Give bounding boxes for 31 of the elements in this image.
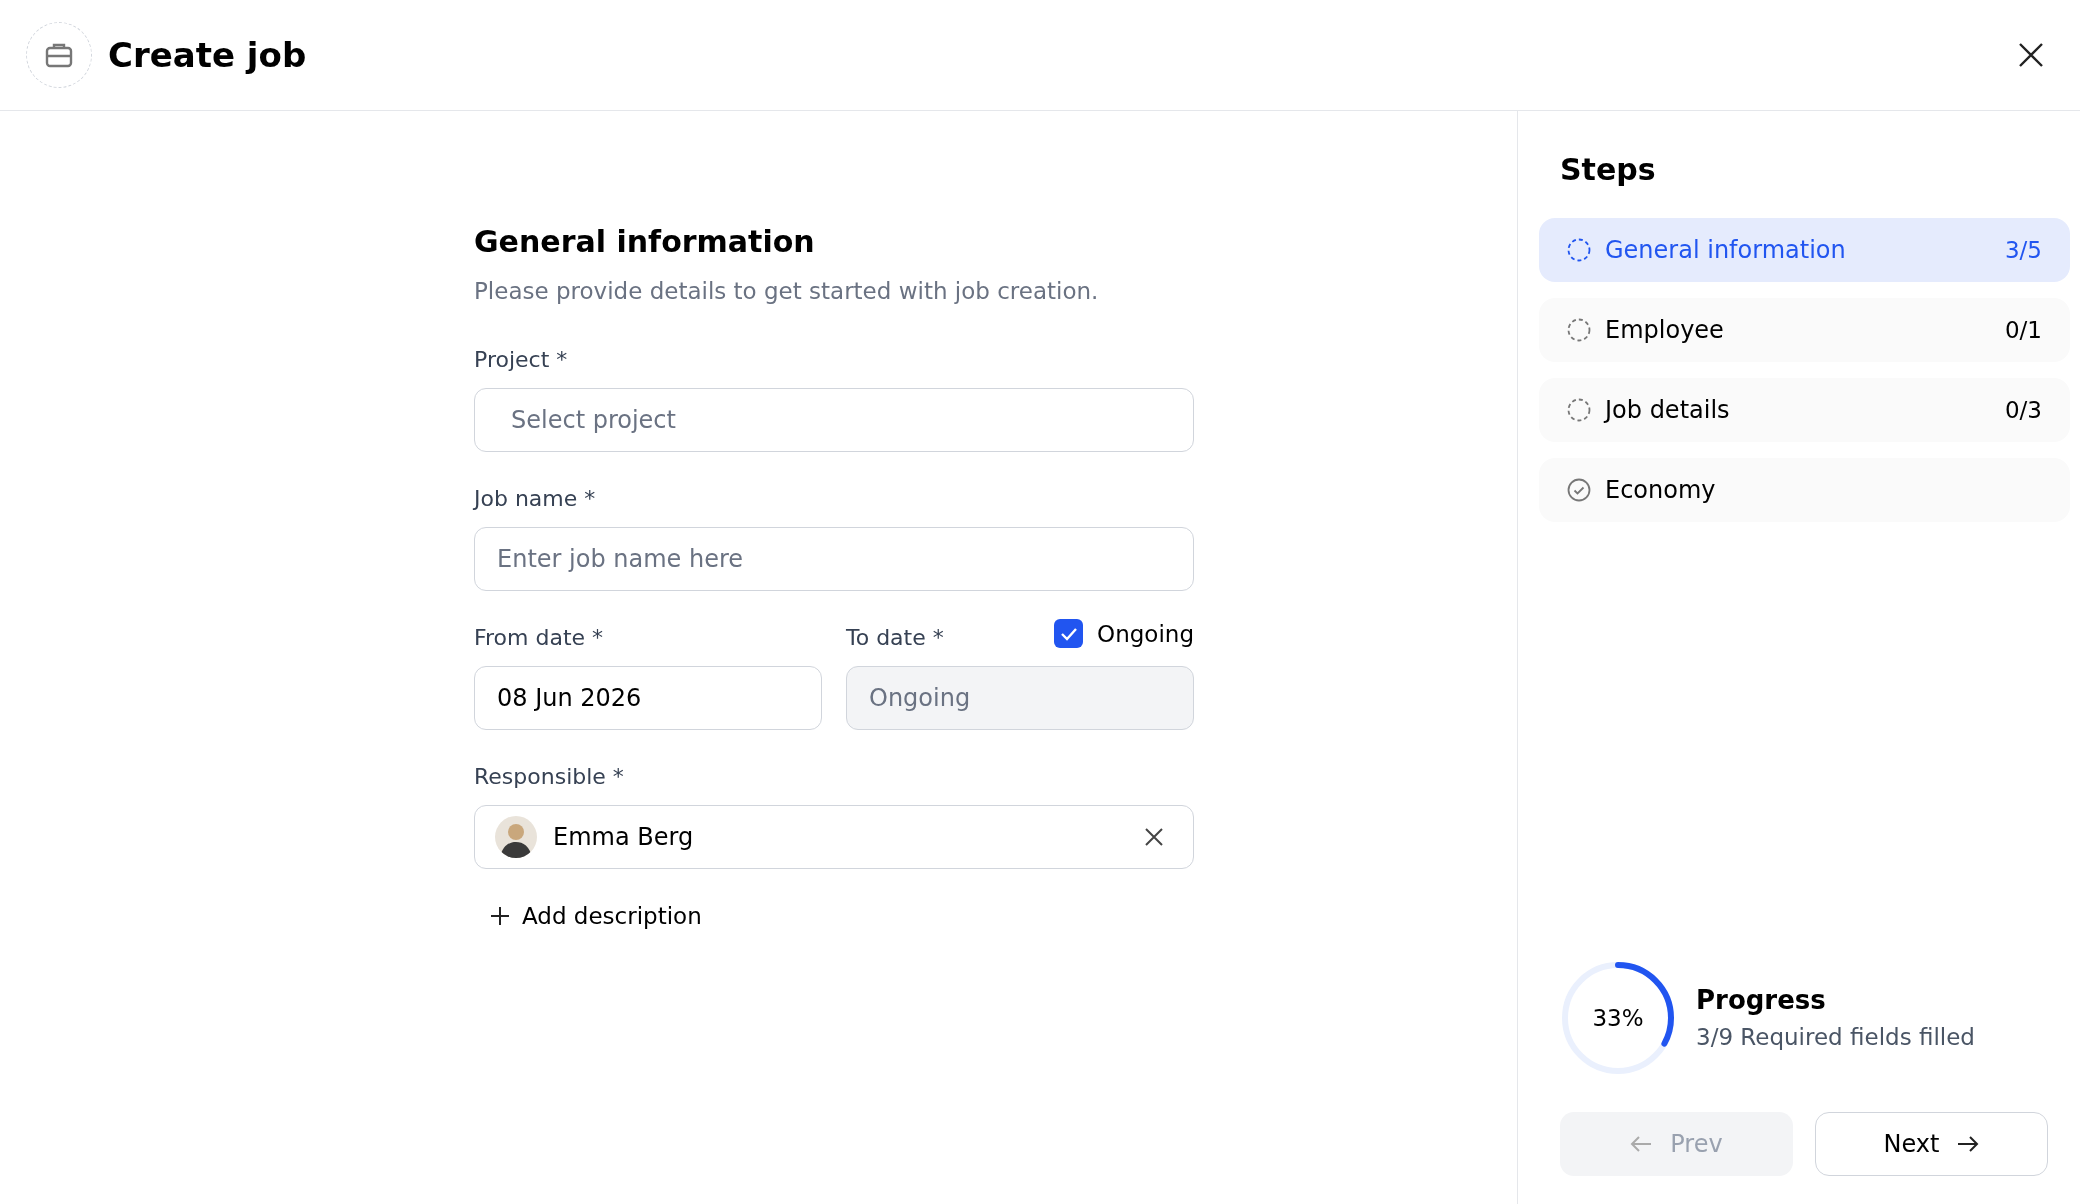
step-item[interactable]: Economy <box>1539 458 2070 522</box>
job-name-field[interactable]: Enter job name here <box>474 526 1194 591</box>
checkbox[interactable] <box>1054 619 1084 649</box>
field-label: Responsible * <box>474 762 625 791</box>
step-item[interactable]: Job details 0/3 <box>1539 378 2070 442</box>
section-subtitle: Please provide details to get started with job creation. <box>474 277 1100 306</box>
field-label: To date * <box>846 623 944 652</box>
progress-title: Progress <box>1696 984 1827 1018</box>
next-button[interactable]: Next <box>1815 1112 2048 1176</box>
step-item[interactable]: General information 3/5 <box>1539 218 2070 282</box>
dialog-title: Create job <box>108 33 307 77</box>
project-select[interactable]: Select project <box>474 387 1194 452</box>
right-arrow-icon <box>1957 1135 1980 1153</box>
plus-icon <box>490 905 510 926</box>
field-label: Job name * <box>474 484 597 513</box>
clear-icon[interactable] <box>1143 825 1165 848</box>
section-title: General information <box>474 223 816 261</box>
field-label: Project * <box>474 345 569 374</box>
field-label: From date * <box>474 623 605 652</box>
responsible-name: Emma Berg <box>553 821 695 853</box>
steps-title: Steps <box>1560 151 1657 189</box>
progress-percent: 33% <box>1591 1003 1645 1033</box>
check-icon <box>1059 626 1078 641</box>
step-item[interactable]: Employee 0/1 <box>1539 298 2070 362</box>
add-description-link[interactable]: Add description <box>490 898 702 933</box>
checkbox-label: Ongoing <box>1097 619 1194 649</box>
avatar <box>495 815 537 858</box>
progress-caption: 3/9 Required fields filled <box>1696 1023 1975 1053</box>
left-arrow-icon <box>1630 1135 1653 1153</box>
responsible-select[interactable]: Emma Berg <box>474 804 1194 869</box>
from-date-field[interactable]: 08 Jun 2026 <box>474 665 822 730</box>
